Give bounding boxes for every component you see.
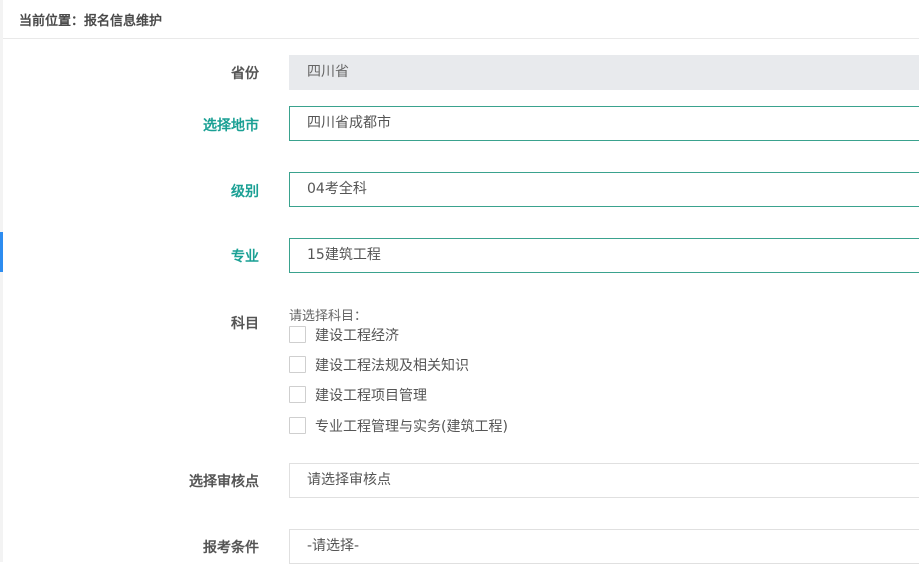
- subjects-label: 科目: [231, 316, 259, 332]
- city-select[interactable]: 四川省成都市: [289, 106, 919, 141]
- subject-option[interactable]: 建设工程法规及相关知识: [289, 355, 469, 374]
- level-select[interactable]: 04考全科: [289, 172, 919, 207]
- province-label: 省份: [231, 66, 259, 82]
- subject-option[interactable]: 专业工程管理与实务(建筑工程): [289, 416, 508, 435]
- review-point-select[interactable]: 请选择审核点: [289, 463, 919, 498]
- subject-option-label: 建设工程法规及相关知识: [315, 357, 469, 374]
- province-field: 四川省: [289, 55, 919, 90]
- subject-option-label: 建设工程经济: [315, 327, 399, 344]
- subject-checkbox[interactable]: [289, 356, 306, 373]
- city-label: 选择地市: [203, 118, 259, 134]
- subject-checkbox[interactable]: [289, 326, 306, 343]
- subject-option-label: 建设工程项目管理: [315, 387, 427, 404]
- subject-checkbox[interactable]: [289, 417, 306, 434]
- subject-option-label: 专业工程管理与实务(建筑工程): [315, 418, 508, 435]
- subject-option[interactable]: 建设工程项目管理: [289, 385, 427, 404]
- level-label: 级别: [231, 184, 259, 200]
- left-rail-accent: [0, 232, 3, 272]
- subject-checkbox[interactable]: [289, 386, 306, 403]
- left-rail: [0, 0, 3, 562]
- subjects-prompt: 请选择科目：: [289, 309, 368, 324]
- review-point-label: 选择审核点: [189, 474, 259, 490]
- breadcrumb-text: 当前位置：报名信息维护: [19, 14, 163, 29]
- major-select[interactable]: 15建筑工程: [289, 238, 919, 273]
- major-label: 专业: [231, 249, 259, 265]
- condition-label: 报考条件: [203, 540, 259, 556]
- breadcrumb: 当前位置：报名信息维护: [3, 0, 919, 39]
- condition-select[interactable]: -请选择-: [289, 529, 919, 564]
- subject-option[interactable]: 建设工程经济: [289, 325, 399, 344]
